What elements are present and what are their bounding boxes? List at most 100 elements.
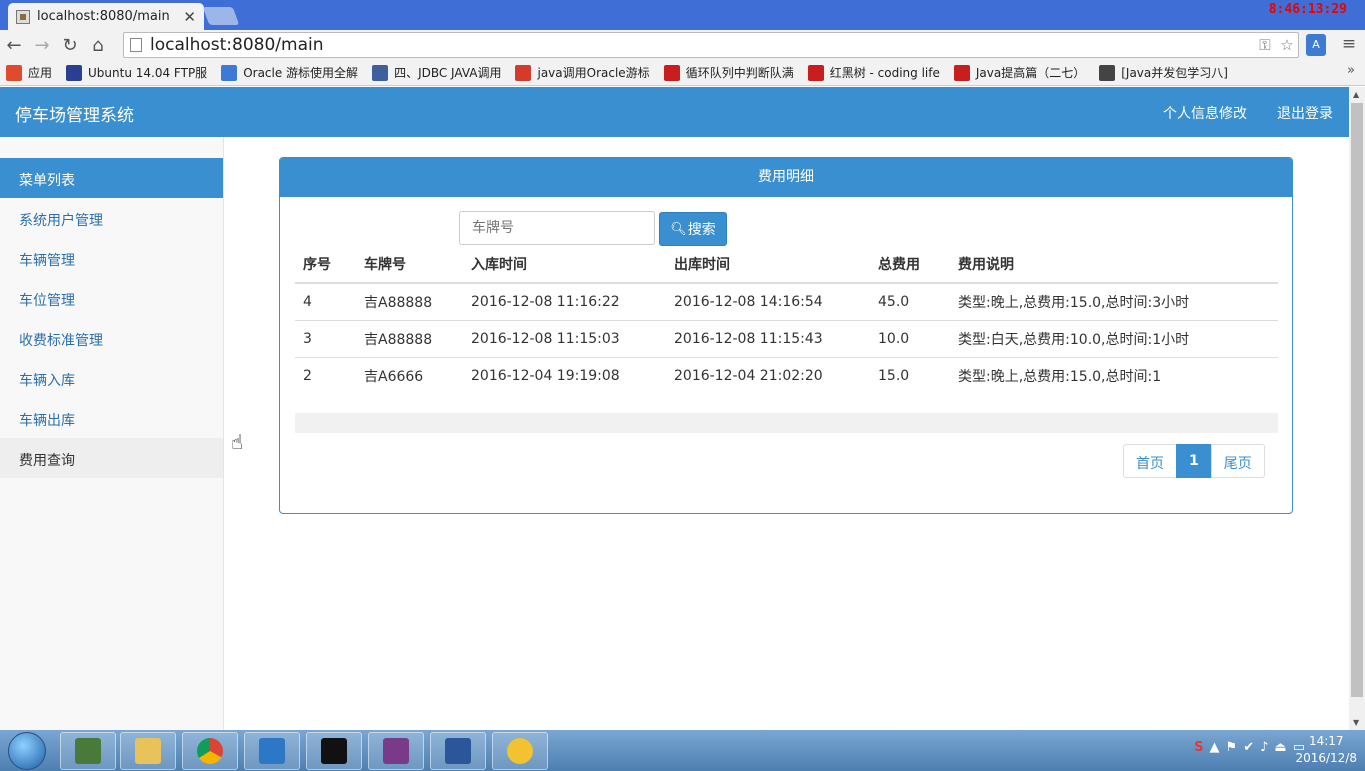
scroll-up-icon[interactable]: ▲	[1353, 90, 1359, 99]
bookmark-favicon-icon	[372, 64, 389, 81]
scroll-down-icon[interactable]: ▼	[1353, 718, 1359, 727]
bookmark-favicon-icon	[953, 64, 970, 81]
page-scrollbar[interactable]: ▲ ▼	[1349, 87, 1365, 730]
pager-last[interactable]: 尾页	[1210, 444, 1265, 478]
col-header-fee-note: 费用说明	[950, 246, 1278, 284]
taskbar-app-winrar[interactable]	[368, 732, 424, 770]
table-cell: 15.0	[870, 356, 950, 394]
clock-date: 2016/12/8	[1295, 751, 1357, 765]
forward-icon[interactable]: →	[28, 31, 56, 59]
reload-icon[interactable]: ↻	[56, 31, 84, 59]
bookmark-favicon-icon	[66, 64, 83, 81]
browser-menu-icon[interactable]: ≡	[1338, 34, 1360, 56]
table-cell: 2016-12-08 11:15:03	[463, 319, 666, 357]
bookmark-item[interactable]: 四、JDBC JAVA调用	[372, 64, 501, 81]
table-cell: 2016-12-08 11:15:43	[666, 319, 870, 357]
app-brand[interactable]: 停车场管理系统	[15, 101, 134, 126]
taskbar-app-misc[interactable]	[492, 732, 548, 770]
taskbar-app-explorer[interactable]	[120, 732, 176, 770]
sidebar-item-vehicle-exit[interactable]: 车辆出库	[0, 398, 223, 438]
bookmark-star-icon[interactable]: ☆	[1276, 36, 1298, 54]
bookmark-item[interactable]: 循环队列中判断队满	[663, 64, 794, 81]
menu-heading: 菜单列表	[0, 158, 223, 198]
ime-icon[interactable]: S	[1194, 740, 1203, 755]
panel-title: 费用明细	[280, 158, 1292, 197]
taskbar-app-chrome[interactable]	[182, 732, 238, 770]
usb-icon[interactable]: ⏏	[1274, 740, 1286, 755]
hand-cursor-icon: ☝	[231, 430, 244, 454]
profile-edit-link[interactable]: 个人信息修改	[1163, 103, 1247, 123]
pager-first[interactable]: 首页	[1123, 444, 1177, 478]
new-tab-button[interactable]	[202, 7, 240, 25]
taskbar-app-intellij[interactable]	[244, 732, 300, 770]
tray-expand-icon[interactable]: ▲	[1210, 740, 1220, 755]
pager-current[interactable]: 1	[1176, 444, 1212, 478]
table-cell: 类型:白天,总费用:10.0,总时间:1小时	[950, 319, 1278, 357]
clock-time: 14:17	[1308, 734, 1344, 748]
table-cell: 4	[295, 282, 356, 320]
taskbar-app-monitor[interactable]	[60, 732, 116, 770]
bookmark-item[interactable]: Oracle 游标使用全解	[221, 64, 358, 81]
bookmark-item[interactable]: [Java并发包学习八]	[1099, 64, 1228, 81]
col-header-exit-time: 出库时间	[666, 246, 870, 284]
browser-tab[interactable]: localhost:8080/main ✕	[8, 3, 204, 30]
bookmark-favicon-icon	[1099, 64, 1116, 81]
logout-link[interactable]: 退出登录	[1277, 103, 1333, 123]
col-header-index: 序号	[295, 246, 356, 284]
sidebar-item-fee-standards[interactable]: 收费标准管理	[0, 318, 223, 358]
table-cell: 10.0	[870, 319, 950, 357]
url-text: localhost:8080/main	[150, 35, 324, 55]
table-cell: 吉A88888	[356, 282, 463, 320]
taskbar-app-word[interactable]	[430, 732, 486, 770]
chrome-icon	[197, 738, 223, 764]
table-row: 3 吉A88888 2016-12-08 11:15:03 2016-12-08 11…	[295, 319, 1278, 357]
table-cell: 吉A88888	[356, 319, 463, 357]
bookmark-item[interactable]: 应用	[6, 64, 52, 81]
address-bar[interactable]: localhost:8080/main ⚿ ☆	[123, 32, 1299, 58]
bookmark-item[interactable]: Java提高篇（二七）	[953, 64, 1086, 81]
search-button[interactable]: 🔍︎ 搜索	[659, 212, 727, 246]
table-scrollbar[interactable]	[295, 413, 1278, 433]
bookmark-item[interactable]: Ubuntu 14.04 FTP服	[66, 64, 207, 81]
volume-icon[interactable]: ♪	[1260, 740, 1268, 755]
extension-icon[interactable]: A	[1306, 34, 1326, 56]
sidebar-item-system-users[interactable]: 系统用户管理	[0, 198, 223, 238]
browser-toolbar: ← → ↻ ⌂ localhost:8080/main ⚿ ☆ A ≡	[0, 30, 1365, 60]
table-cell: 2016-12-04 19:19:08	[463, 356, 666, 394]
tab-close-icon[interactable]: ✕	[183, 8, 196, 26]
word-icon	[445, 738, 471, 764]
system-tray: S ▲ ⚑ ✔ ♪ ⏏ ▭	[1194, 740, 1305, 755]
table-header-row: 序号 车牌号 入库时间 出库时间 总费用 费用说明	[295, 246, 1278, 284]
table-cell: 类型:晚上,总费用:15.0,总时间:3小时	[950, 282, 1278, 320]
bookmarks-overflow-icon[interactable]: »	[1347, 63, 1355, 78]
col-header-total-fee: 总费用	[870, 246, 950, 284]
sidebar-item-vehicles[interactable]: 车辆管理	[0, 238, 223, 278]
page-icon	[130, 38, 142, 52]
bookmark-label: Oracle 游标使用全解	[243, 66, 359, 80]
bookmark-item[interactable]: 红黑树 - coding life	[807, 64, 940, 81]
table-row: 4 吉A88888 2016-12-08 11:16:22 2016-12-08 14…	[295, 282, 1278, 320]
taskbar-clock[interactable]: 14:17 2016/12/8	[1295, 733, 1357, 767]
table-row: 2 吉A6666 2016-12-04 19:19:08 2016-12-04 21:…	[295, 356, 1278, 394]
start-button-icon[interactable]	[8, 731, 46, 770]
home-icon[interactable]: ⌂	[84, 31, 112, 59]
network-icon[interactable]: ⚑	[1226, 740, 1238, 755]
sidebar-item-fee-query[interactable]: 费用查询	[0, 438, 223, 478]
sidebar-item-vehicle-entry[interactable]: 车辆入库	[0, 358, 223, 398]
bookmark-label: 循环队列中判断队满	[685, 66, 794, 80]
sidebar-item-parking-spaces[interactable]: 车位管理	[0, 278, 223, 318]
browser-tab-strip: localhost:8080/main ✕ 8:46:13:29	[0, 0, 1365, 30]
back-icon[interactable]: ←	[0, 31, 28, 59]
table-cell: 2016-12-04 21:02:20	[666, 356, 870, 394]
scrollbar-thumb[interactable]	[1351, 103, 1363, 697]
taskbar-app-cmd[interactable]	[306, 732, 362, 770]
plate-search-input[interactable]	[459, 211, 655, 245]
bookmark-label: 应用	[28, 66, 53, 80]
table-cell: 类型:晚上,总费用:15.0,总时间:1	[950, 356, 1278, 394]
security-icon[interactable]: ✔	[1243, 740, 1254, 755]
intellij-icon	[259, 738, 285, 764]
key-icon[interactable]: ⚿	[1254, 36, 1276, 54]
monitor-app-icon	[75, 738, 101, 764]
bookmark-item[interactable]: java调用Oracle游标	[515, 64, 650, 81]
bookmark-label: Java提高篇（二七）	[975, 66, 1086, 80]
